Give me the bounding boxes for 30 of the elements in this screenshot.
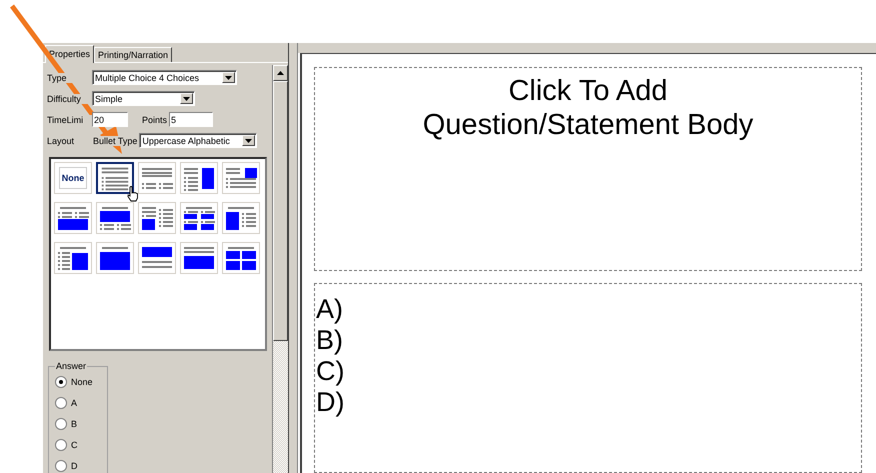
choice-label: C) xyxy=(316,356,344,387)
answer-legend: Answer xyxy=(55,361,88,371)
layout-thumbnail[interactable]: None xyxy=(54,162,92,194)
points-label: Points xyxy=(142,114,168,124)
choices-box[interactable]: A) B) C) D) xyxy=(314,283,862,473)
answer-radio[interactable]: B xyxy=(55,413,107,434)
question-box[interactable]: Click To Add Question/Statement Body xyxy=(314,67,862,271)
hand-cursor-icon xyxy=(127,186,139,202)
answer-radio[interactable]: A xyxy=(55,392,107,413)
scroll-up-icon[interactable] xyxy=(273,65,288,81)
answer-radio[interactable]: D xyxy=(55,455,107,473)
choice-label: B) xyxy=(316,325,343,356)
answer-radio[interactable]: C xyxy=(55,434,107,455)
caret-icon xyxy=(222,72,235,83)
time-limit-field[interactable]: 20 xyxy=(92,112,128,127)
type-dropdown[interactable]: Multiple Choice 4 Choices xyxy=(92,70,237,85)
bullet-type-label: Bullet Type xyxy=(93,136,138,146)
caret-icon xyxy=(242,135,256,146)
bullet-type-dropdown[interactable]: Uppercase Alphabetic xyxy=(139,133,258,148)
caret-icon xyxy=(180,93,193,104)
answer-radio[interactable]: None xyxy=(55,371,107,392)
splitter-bar[interactable] xyxy=(288,43,298,473)
time-limit-label: TimeLimi xyxy=(47,114,92,124)
choice-label: A) xyxy=(316,294,343,325)
panel-tab[interactable]: Printing/Narration xyxy=(94,47,172,62)
panel-tab[interactable]: Properties xyxy=(45,45,94,63)
difficulty-dropdown[interactable]: Simple xyxy=(92,91,195,106)
choice-label: D) xyxy=(316,387,344,418)
points-field[interactable]: 5 xyxy=(169,112,214,127)
question-placeholder: Click To Add Question/Statement Body xyxy=(422,74,754,142)
